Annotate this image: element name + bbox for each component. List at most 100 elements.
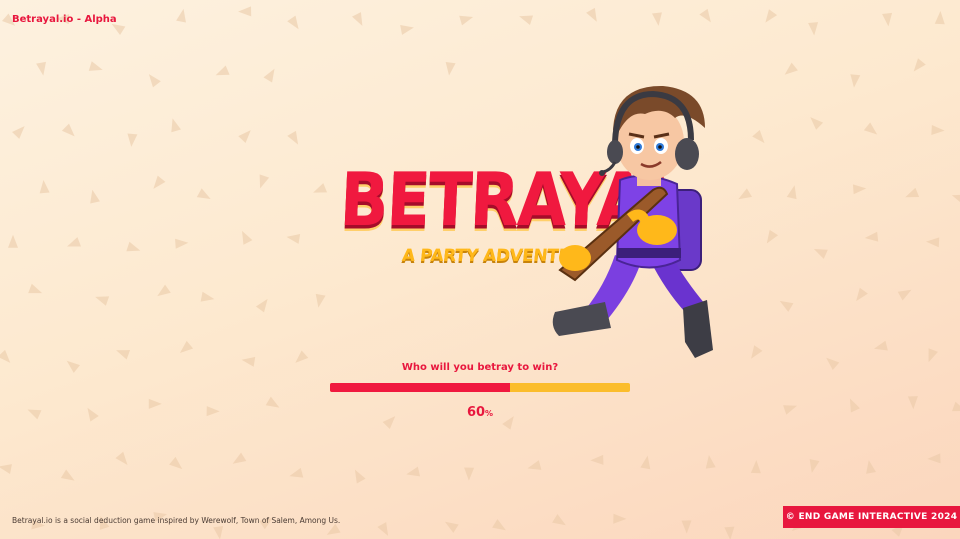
triangle-icon (206, 406, 220, 417)
triangle-icon (813, 249, 828, 259)
triangle-icon (148, 74, 161, 88)
triangle-icon (926, 237, 940, 248)
triangle-icon (241, 356, 256, 367)
triangle-icon (934, 11, 945, 25)
copyright-badge[interactable]: © END GAME INTERACTIVE 2024 (783, 506, 960, 528)
triangle-icon (779, 300, 794, 312)
triangle-icon (406, 466, 421, 477)
triangle-icon (213, 525, 224, 539)
triangle-icon (153, 175, 166, 189)
triangle-icon (39, 180, 50, 194)
triangle-icon (255, 298, 268, 313)
triangle-icon (0, 349, 11, 363)
triangle-icon (0, 464, 12, 474)
triangle-icon (175, 238, 189, 249)
triangle-icon (169, 456, 183, 470)
loading-progress-label: 60% (330, 401, 630, 420)
triangle-icon (179, 340, 194, 353)
triangle-icon (171, 118, 181, 133)
triangle-icon (699, 8, 711, 23)
triangle-icon (157, 284, 171, 297)
triangle-icon (527, 460, 542, 470)
triangle-icon (864, 231, 879, 242)
triangle-icon (907, 396, 918, 410)
progress-value: 60 (466, 405, 486, 420)
triangle-icon (196, 188, 211, 199)
triangle-icon (87, 407, 99, 422)
triangle-icon (445, 62, 456, 76)
app-title: Betrayal.io - Alpha (12, 14, 117, 25)
triangle-icon (95, 296, 110, 306)
triangle-icon (913, 58, 926, 72)
triangle-icon (750, 460, 761, 474)
triangle-icon (552, 514, 566, 526)
triangle-icon (8, 234, 18, 248)
triangle-icon (286, 234, 301, 244)
triangle-icon (148, 398, 162, 409)
triangle-icon (61, 123, 75, 137)
triangle-icon (27, 409, 42, 420)
triangle-icon (927, 453, 941, 464)
triangle-icon (287, 15, 299, 30)
triangle-icon (931, 124, 945, 135)
triangle-icon (60, 469, 75, 481)
triangle-icon (928, 348, 938, 363)
triangle-icon (66, 360, 81, 373)
triangle-icon (863, 122, 878, 135)
triangle-icon (613, 513, 627, 524)
triangle-icon (640, 455, 651, 470)
triangle-icon (826, 357, 840, 371)
triangle-icon (866, 460, 876, 474)
triangle-icon (786, 185, 797, 200)
triangle-icon (724, 526, 735, 539)
triangle-icon (200, 291, 215, 302)
triangle-icon (951, 194, 960, 205)
triangle-icon (765, 9, 778, 23)
hero-character-illustration (552, 85, 713, 358)
triangle-icon (313, 183, 328, 193)
loading-progress-bar (330, 383, 630, 392)
triangle-icon (176, 8, 186, 23)
triangle-icon (444, 521, 459, 533)
triangle-icon (852, 184, 867, 195)
triangle-icon (681, 520, 692, 534)
triangle-icon (259, 174, 270, 189)
triangle-icon (265, 396, 280, 408)
triangle-icon (752, 129, 765, 144)
triangle-icon (874, 340, 888, 351)
triangle-icon (952, 401, 960, 412)
triangle-icon (652, 12, 662, 26)
triangle-icon (287, 130, 299, 145)
triangle-icon (289, 467, 304, 478)
triangle-icon (519, 15, 534, 26)
triangle-icon (215, 65, 230, 76)
triangle-icon (295, 350, 309, 363)
triangle-icon (12, 126, 25, 139)
triangle-icon (492, 519, 506, 531)
triangle-icon (849, 398, 860, 413)
triangle-icon (67, 237, 81, 247)
triangle-icon (238, 6, 252, 17)
progress-unit: % (485, 409, 494, 418)
triangle-icon (751, 345, 763, 359)
triangle-icon (810, 117, 824, 130)
triangle-icon (586, 7, 597, 22)
triangle-icon (783, 405, 798, 415)
footer-description: Betrayal.io is a social deduction game i… (12, 516, 341, 525)
triangle-icon (766, 229, 779, 244)
triangle-icon (326, 523, 341, 535)
triangle-icon (88, 61, 103, 71)
triangle-icon (232, 452, 247, 464)
triangle-icon (352, 12, 363, 26)
triangle-icon (238, 130, 251, 143)
triangle-icon (905, 187, 920, 198)
triangle-icon (590, 454, 604, 465)
triangle-icon (809, 459, 820, 473)
triangle-icon (856, 287, 868, 302)
triangle-icon (36, 61, 46, 76)
triangle-icon (126, 241, 141, 252)
triangle-icon (127, 133, 138, 147)
triangle-icon (400, 25, 414, 35)
triangle-icon (116, 350, 131, 360)
triangle-icon (115, 451, 128, 466)
